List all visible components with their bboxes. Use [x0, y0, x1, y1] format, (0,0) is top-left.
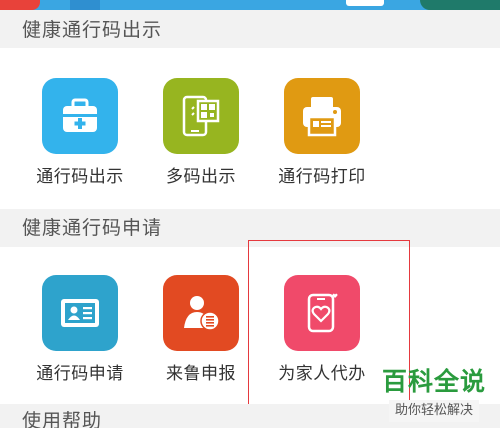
section-header-show: 健康通行码出示: [0, 10, 500, 48]
top-banner: [0, 0, 500, 10]
watermark-title: 百科全说: [381, 367, 486, 396]
watermark: 百科全说 助你轻松解决: [372, 366, 496, 422]
pass-code-apply-button[interactable]: 通行码申请: [20, 275, 140, 384]
person-doc-icon: [163, 275, 239, 351]
pass-code-show-button[interactable]: 通行码出示: [20, 78, 140, 187]
shandong-report-button[interactable]: 来鲁申报: [141, 275, 261, 384]
printer-icon: [284, 78, 360, 154]
banner-decoration: [70, 0, 100, 10]
banner-tab[interactable]: [346, 0, 384, 6]
multi-code-show-button[interactable]: 多码出示: [141, 78, 261, 187]
medical-kit-icon: [42, 78, 118, 154]
tile-label: 多码出示: [166, 167, 236, 187]
pass-code-print-button[interactable]: 通行码打印: [262, 78, 382, 187]
banner-decoration: [0, 0, 40, 10]
watermark-subtitle: 助你轻松解决: [388, 400, 479, 422]
tile-label: 通行码打印: [278, 167, 366, 187]
phone-qr-icon: [163, 78, 239, 154]
id-card-icon: [42, 275, 118, 351]
tile-label: 通行码申请: [36, 364, 124, 384]
banner-decoration: [420, 0, 500, 10]
tile-label: 来鲁申报: [166, 364, 236, 384]
tile-label: 通行码出示: [36, 167, 124, 187]
